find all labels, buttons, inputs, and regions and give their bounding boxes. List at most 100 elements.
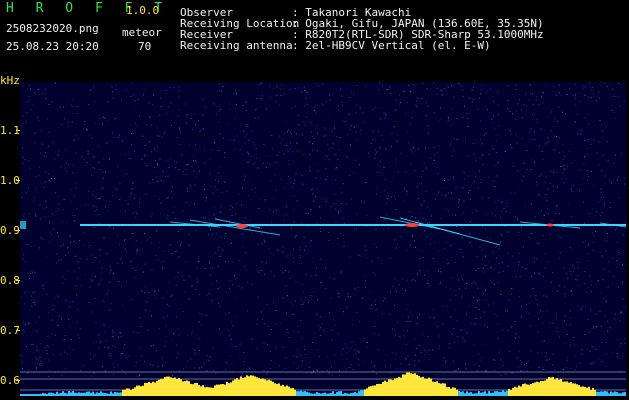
- noise-dot: [24, 291, 26, 293]
- noise-dot: [245, 269, 247, 271]
- level-bar: [46, 393, 48, 396]
- noise-dot: [175, 277, 177, 279]
- level-bar: [618, 393, 620, 396]
- level-bar: [24, 394, 26, 396]
- level-bar: [146, 383, 148, 396]
- noise-dot: [134, 216, 136, 218]
- noise-dot: [534, 257, 535, 259]
- noise-dot: [337, 105, 339, 107]
- noise-dot: [562, 369, 564, 371]
- noise-dot: [475, 160, 477, 162]
- noise-dot: [462, 89, 464, 91]
- level-bar: [602, 391, 604, 396]
- noise-dot: [68, 319, 70, 320]
- noise-dot: [584, 86, 586, 88]
- level-bar: [508, 388, 510, 396]
- noise-dot: [601, 255, 603, 257]
- noise-dot: [293, 362, 295, 364]
- noise-dot: [562, 221, 564, 223]
- noise-dot: [58, 203, 60, 204]
- noise-dot: [150, 345, 152, 347]
- noise-dot: [190, 186, 192, 188]
- noise-dot: [173, 87, 175, 89]
- noise-dot: [236, 203, 238, 204]
- noise-dot: [319, 217, 321, 219]
- noise-dot: [160, 97, 162, 99]
- noise-dot: [551, 375, 553, 377]
- noise-dot: [30, 310, 32, 311]
- noise-dot: [438, 120, 440, 122]
- level-bar: [434, 382, 436, 396]
- level-bar: [176, 379, 178, 396]
- noise-dot: [346, 369, 348, 371]
- noise-dot: [475, 209, 477, 211]
- noise-dot: [601, 82, 603, 84]
- level-bar: [370, 386, 372, 396]
- noise-dot: [301, 242, 303, 244]
- noise-dot: [333, 143, 334, 145]
- noise-dot: [318, 85, 320, 87]
- noise-dot: [603, 154, 605, 156]
- noise-dot: [162, 365, 164, 367]
- noise-dot: [461, 117, 463, 119]
- noise-dot: [341, 102, 343, 103]
- noise-dot: [575, 93, 577, 95]
- level-bar: [516, 387, 518, 396]
- noise-dot: [414, 217, 416, 219]
- noise-dot: [177, 308, 179, 310]
- noise-dot: [210, 158, 211, 160]
- level-bar: [70, 392, 72, 396]
- noise-dot: [378, 147, 380, 149]
- noise-dot: [338, 149, 340, 151]
- noise-dot: [58, 150, 60, 152]
- noise-dot: [104, 117, 106, 119]
- noise-dot: [259, 83, 261, 85]
- noise-dot: [77, 309, 79, 311]
- noise-dot: [257, 348, 259, 350]
- spectrogram-plot: [20, 82, 627, 396]
- noise-dot: [595, 313, 597, 315]
- noise-dot: [417, 186, 418, 188]
- noise-dot: [54, 192, 56, 194]
- noise-dot: [534, 161, 535, 163]
- noise-dot: [275, 161, 277, 163]
- noise-dot: [191, 330, 193, 332]
- meteor-echo-core: [236, 224, 248, 228]
- noise-dot: [424, 230, 426, 232]
- noise-dot: [308, 299, 310, 301]
- level-bar: [222, 384, 224, 396]
- noise-dot: [407, 316, 409, 318]
- level-bar: [428, 377, 430, 396]
- noise-dot: [235, 90, 237, 92]
- level-bar: [418, 375, 420, 396]
- noise-dot: [600, 215, 601, 217]
- level-bar: [432, 381, 434, 396]
- level-bar: [346, 393, 348, 396]
- noise-dot: [125, 154, 127, 156]
- noise-dot: [526, 370, 528, 372]
- level-bar: [304, 391, 306, 396]
- noise-dot: [162, 228, 164, 229]
- noise-dot: [95, 196, 97, 198]
- noise-dot: [109, 272, 111, 274]
- noise-dot: [51, 350, 53, 352]
- noise-dot: [148, 291, 150, 293]
- noise-dot: [255, 148, 257, 150]
- noise-dot: [117, 336, 119, 338]
- noise-dot: [308, 213, 309, 214]
- noise-dot: [77, 138, 79, 140]
- noise-dot: [90, 279, 92, 281]
- noise-dot: [308, 241, 310, 243]
- noise-dot: [537, 303, 539, 305]
- noise-dot: [242, 153, 243, 155]
- noise-dot: [131, 82, 133, 84]
- noise-dot: [364, 276, 366, 278]
- noise-dot: [323, 135, 325, 137]
- noise-dot: [221, 192, 223, 194]
- noise-dot: [443, 373, 445, 375]
- noise-dot: [511, 113, 513, 115]
- noise-dot: [462, 96, 464, 97]
- noise-dot: [93, 190, 95, 192]
- noise-dot: [29, 88, 31, 90]
- noise-dot: [598, 358, 600, 360]
